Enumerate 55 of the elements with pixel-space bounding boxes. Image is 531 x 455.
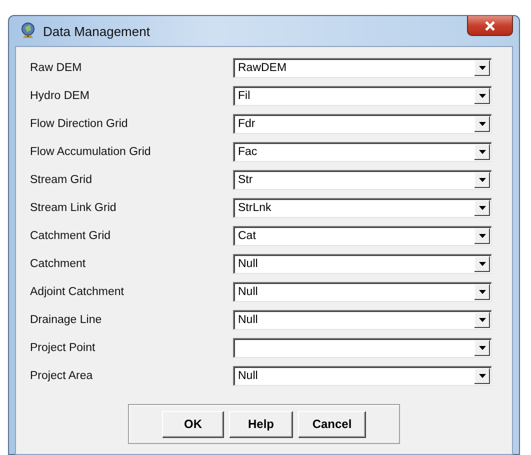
field-label: Flow Accumulation Grid (30, 146, 152, 158)
close-icon (484, 20, 496, 30)
field-label: Catchment (30, 258, 87, 270)
caret-icon (478, 290, 486, 294)
caret-icon (478, 178, 486, 182)
dropdown-button[interactable] (474, 228, 490, 244)
caret-icon (478, 150, 486, 154)
window-title: Data Management (43, 24, 151, 38)
dropdown-button[interactable] (474, 144, 490, 160)
globe-icon (19, 21, 37, 41)
field-label: Project Point (30, 342, 96, 354)
dropdown-field[interactable]: Str (233, 170, 492, 190)
dropdown-button[interactable] (474, 284, 490, 300)
dropdown-field[interactable]: Fdr (233, 114, 492, 134)
dropdown-button[interactable] (474, 60, 490, 76)
caret-icon (478, 374, 486, 378)
dropdown-field[interactable]: Cat (233, 226, 492, 246)
caret-icon (478, 122, 486, 126)
dropdown-field[interactable] (233, 338, 492, 358)
dropdown-field[interactable]: StrLnk (233, 198, 492, 218)
caret-icon (478, 94, 486, 98)
dropdown-field[interactable]: Null (233, 282, 492, 302)
dropdown-field[interactable]: Null (233, 366, 492, 386)
field-label: Stream Link Grid (30, 202, 118, 214)
field-label: Drainage Line (30, 314, 103, 326)
field-label: Adjoint Catchment (30, 286, 125, 298)
caret-icon (478, 234, 486, 238)
field-label: Stream Grid (30, 174, 93, 186)
field-label: Hydro DEM (30, 90, 90, 102)
dropdown-button[interactable] (474, 340, 490, 356)
dropdown-button[interactable] (474, 116, 490, 132)
dropdown-field[interactable]: Fil (233, 86, 492, 106)
dropdown-field[interactable]: Null (233, 310, 492, 330)
caret-icon (478, 206, 486, 210)
caret-icon (478, 318, 486, 322)
field-label: Raw DEM (30, 62, 83, 74)
caret-icon (478, 346, 486, 350)
dropdown-button[interactable] (474, 200, 490, 216)
caret-icon (478, 66, 486, 70)
dropdown-button[interactable] (474, 88, 490, 104)
field-label: Catchment Grid (30, 230, 112, 242)
field-label: Flow Direction Grid (30, 118, 129, 130)
close-button[interactable] (467, 16, 513, 36)
dropdown-field[interactable]: Null (233, 254, 492, 274)
dialog-button[interactable]: Cancel (298, 410, 366, 438)
dropdown-button[interactable] (474, 312, 490, 328)
dropdown-button[interactable] (474, 368, 490, 384)
dropdown-field[interactable]: Fac (233, 142, 492, 162)
dropdown-field[interactable]: RawDEM (233, 58, 492, 78)
caret-icon (478, 262, 486, 266)
dialog-button[interactable]: OK (162, 410, 224, 438)
dropdown-button[interactable] (474, 172, 490, 188)
dialog-button[interactable]: Help (229, 410, 293, 438)
dropdown-button[interactable] (474, 256, 490, 272)
field-label: Project Area (30, 370, 94, 382)
